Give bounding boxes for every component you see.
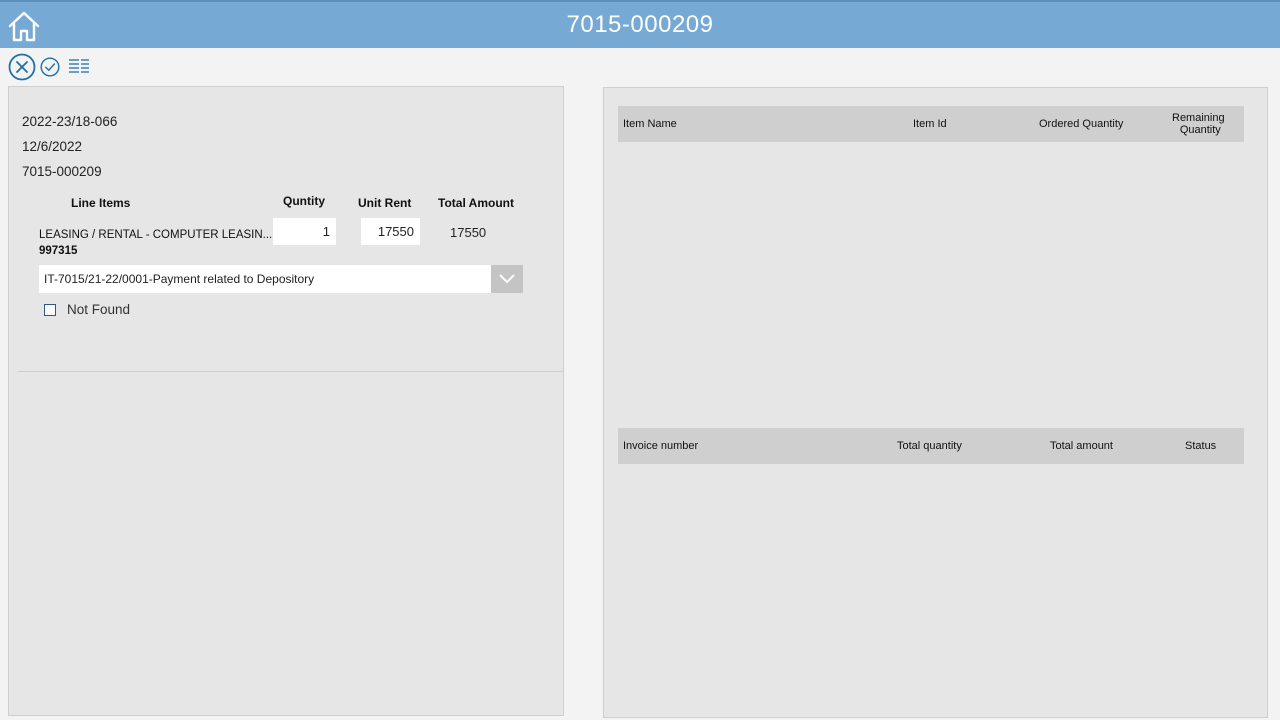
cancel-button[interactable] (8, 53, 36, 81)
remaining-label-line2: Quantity (1179, 124, 1221, 136)
dropdown-selected-value: IT-7015/21-22/0001-Payment related to De… (44, 272, 315, 286)
items-table-header: Item Name Item Id Ordered Quantity Remai… (618, 106, 1244, 142)
line-item-code: 997315 (39, 245, 78, 257)
payment-dropdown[interactable]: IT-7015/21-22/0001-Payment related to De… (39, 265, 523, 293)
document-number: 7015-000209 (22, 164, 102, 179)
column-unit-rent: Unit Rent (358, 196, 412, 210)
column-quantity: Quntity (283, 194, 325, 208)
chevron-down-icon (499, 274, 515, 284)
unit-rent-input[interactable] (361, 218, 420, 245)
invoice-column-number: Invoice number (623, 440, 699, 452)
invoice-column-total-quantity: Total quantity (897, 440, 962, 452)
submit-button[interactable] (40, 57, 60, 77)
check-circle-icon (40, 57, 60, 77)
quantity-input[interactable] (273, 218, 336, 245)
invoice-date: 12/6/2022 (22, 139, 83, 154)
section-divider (18, 371, 563, 372)
items-column-ordered-quantity: Ordered Quantity (1039, 118, 1124, 130)
items-column-remaining-quantity: Remaining Quantity (1172, 112, 1225, 136)
remaining-label-line1: Remaining (1172, 112, 1225, 124)
not-found-checkbox[interactable] (44, 304, 56, 316)
invoice-table-header: Invoice number Total quantity Total amou… (618, 428, 1244, 464)
items-column-item-name: Item Name (623, 118, 677, 130)
items-column-item-id: Item Id (913, 118, 947, 130)
page-title: 7015-000209 (566, 11, 714, 38)
not-found-label: Not Found (67, 302, 131, 317)
close-circle-icon (8, 53, 36, 81)
dropdown-toggle[interactable] (491, 265, 523, 293)
line-item-name: LEASING / RENTAL - COMPUTER LEASIN... (39, 229, 273, 241)
invoice-detail-panel (8, 86, 564, 716)
line-item-total: 17550 (450, 225, 487, 240)
header-bar: 7015-000209 (0, 0, 1280, 48)
invoice-column-status: Status (1185, 440, 1217, 452)
column-total-amount: Total Amount (438, 196, 514, 210)
column-line-items: Line Items (71, 196, 131, 210)
list-icon (69, 59, 89, 73)
items-panel (603, 87, 1268, 718)
details-button[interactable] (68, 58, 90, 76)
invoice-column-total-amount: Total amount (1050, 440, 1113, 452)
invoice-reference: 2022-23/18-066 (22, 114, 118, 129)
